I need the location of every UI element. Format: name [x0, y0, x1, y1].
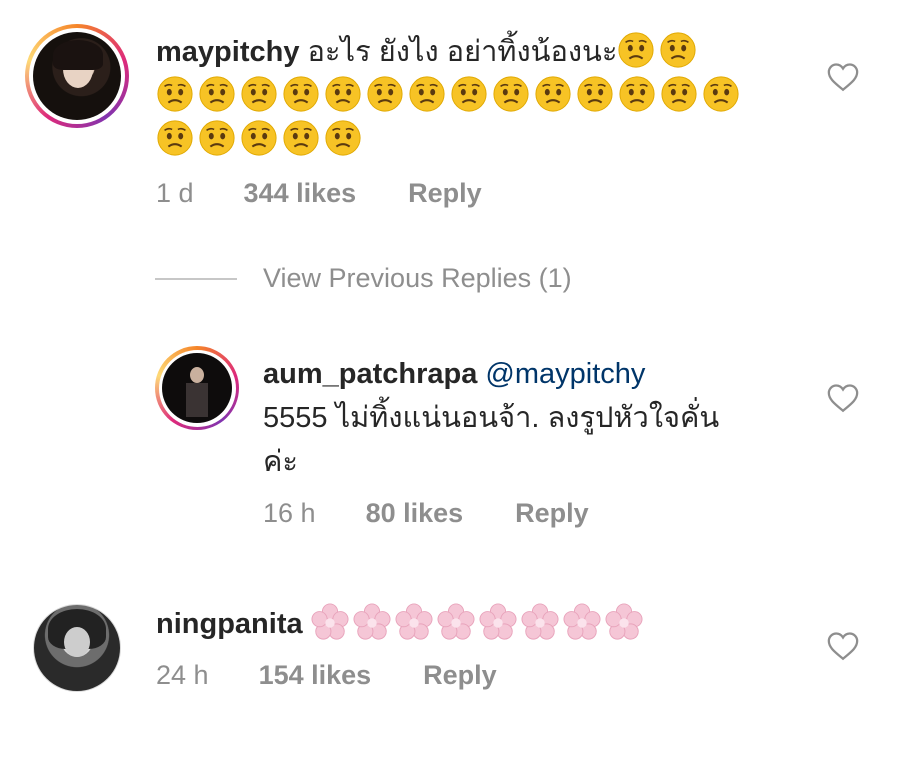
worried-face-icon: [198, 75, 236, 113]
view-previous-replies[interactable]: View Previous Replies (1): [155, 263, 572, 294]
heart-icon[interactable]: [826, 60, 860, 94]
emoji-row: [311, 608, 647, 640]
comment-text: ningpanita: [156, 602, 796, 646]
mention-link[interactable]: @maypitchy: [485, 358, 645, 390]
worried-face-icon: [282, 119, 320, 157]
username[interactable]: maypitchy: [156, 36, 299, 68]
worried-face-icon: [534, 75, 572, 113]
comment-meta: 24 h 154 likes Reply: [156, 660, 497, 691]
pink-flower-icon: [437, 603, 475, 641]
worried-face-icon: [659, 31, 697, 69]
pink-flower-icon: [353, 603, 391, 641]
pink-flower-icon: [563, 603, 601, 641]
emoji-row: [156, 124, 366, 156]
emoji-row: [156, 80, 744, 112]
view-previous-replies-label[interactable]: View Previous Replies (1): [263, 263, 572, 294]
worried-face-icon: [702, 75, 740, 113]
reply-body: 5555 ไม่ทิ้งแน่นอนจ้า. ลงรูปหัวใจคั่น: [263, 402, 720, 434]
reply-button[interactable]: Reply: [423, 660, 497, 691]
username[interactable]: ningpanita: [156, 608, 303, 640]
like-count[interactable]: 80 likes: [366, 498, 464, 529]
avatar[interactable]: [33, 604, 121, 692]
worried-face-icon: [366, 75, 404, 113]
worried-face-icon: [156, 119, 194, 157]
worried-face-icon: [240, 119, 278, 157]
like-count[interactable]: 344 likes: [244, 178, 357, 209]
comment-meta: 1 d 344 likes Reply: [156, 178, 482, 209]
worried-face-icon: [324, 75, 362, 113]
worried-face-icon: [492, 75, 530, 113]
worried-face-icon: [198, 119, 236, 157]
pink-flower-icon: [395, 603, 433, 641]
avatar: [33, 32, 121, 120]
heart-icon[interactable]: [826, 629, 860, 663]
reply-body-cont: ค่ะ: [263, 446, 298, 478]
worried-face-icon: [408, 75, 446, 113]
thread-divider: [155, 277, 237, 280]
pink-flower-icon: [521, 603, 559, 641]
username[interactable]: aum_patchrapa: [263, 358, 477, 390]
like-count[interactable]: 154 likes: [259, 660, 372, 691]
worried-face-icon: [576, 75, 614, 113]
pink-flower-icon: [605, 603, 643, 641]
worried-face-icon: [617, 31, 655, 69]
comment-body: อะไร ยังไง อย่าทิ้งน้องนะ: [307, 36, 618, 68]
avatar-story-ring[interactable]: [155, 346, 239, 430]
comment-time: 24 h: [156, 660, 209, 690]
avatar: [162, 353, 232, 423]
heart-icon[interactable]: [826, 381, 860, 415]
worried-face-icon: [450, 75, 488, 113]
comment-text: maypitchy อะไร ยังไง อย่าทิ้งน้องนะ: [156, 30, 796, 162]
avatar-story-ring[interactable]: [25, 24, 129, 128]
reply-button[interactable]: Reply: [515, 498, 589, 529]
pink-flower-icon: [311, 603, 349, 641]
pink-flower-icon: [479, 603, 517, 641]
worried-face-icon: [282, 75, 320, 113]
worried-face-icon: [660, 75, 698, 113]
worried-face-icon: [240, 75, 278, 113]
reply-time: 16 h: [263, 498, 316, 528]
reply-text: aum_patchrapa @maypitchy 5555 ไม่ทิ้งแน่…: [263, 352, 823, 484]
reply-button[interactable]: Reply: [408, 178, 482, 209]
comment-time: 1 d: [156, 178, 194, 208]
worried-face-icon: [156, 75, 194, 113]
worried-face-icon: [618, 75, 656, 113]
worried-face-icon: [324, 119, 362, 157]
reply-meta: 16 h 80 likes Reply: [263, 498, 589, 529]
